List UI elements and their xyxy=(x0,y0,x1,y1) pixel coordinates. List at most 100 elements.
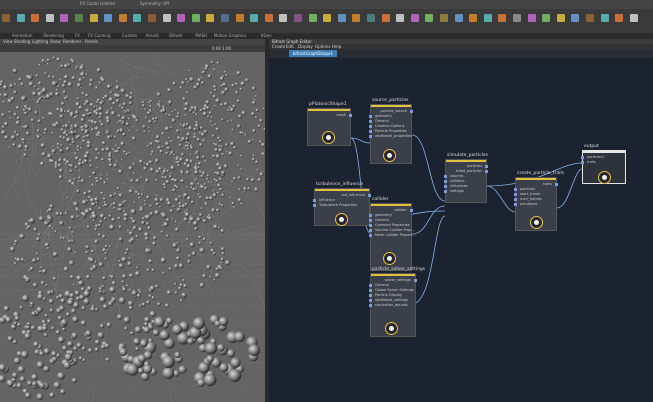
port-pin[interactable] xyxy=(369,224,372,227)
port-pin[interactable] xyxy=(514,198,517,201)
particle xyxy=(14,239,18,244)
port-pin[interactable] xyxy=(444,185,447,188)
particle xyxy=(56,146,60,149)
port-pin[interactable] xyxy=(313,204,316,207)
port-pin[interactable] xyxy=(485,170,488,173)
particle xyxy=(45,283,49,287)
shelf-tool-icon[interactable] xyxy=(469,14,478,22)
shelf-tool-icon[interactable] xyxy=(235,14,244,22)
port-pin[interactable] xyxy=(369,135,372,138)
port-pin[interactable] xyxy=(369,120,372,123)
port-pin[interactable] xyxy=(555,183,558,186)
port-pin[interactable] xyxy=(369,304,372,307)
port-pin[interactable] xyxy=(313,199,316,202)
particle xyxy=(90,127,95,132)
shelf-tool-icon[interactable] xyxy=(556,14,565,22)
port-pin[interactable] xyxy=(581,161,584,164)
node-collider[interactable]: collider collider geometry General Common Pr… xyxy=(369,197,416,271)
port-pin[interactable] xyxy=(369,229,372,232)
port-pin[interactable] xyxy=(349,114,352,117)
node-simulate-particles[interactable]: simulate_particles particles killed_partic… xyxy=(444,153,488,203)
shelf-tool-icon[interactable] xyxy=(629,14,638,22)
port-pin[interactable] xyxy=(369,214,372,217)
shelf-tool-icon[interactable] xyxy=(498,14,507,22)
shelf-tool-icon[interactable] xyxy=(133,14,142,22)
port-pin[interactable] xyxy=(369,219,372,222)
shelf-tool-icon[interactable] xyxy=(308,14,317,22)
shelf-tool-icon[interactable] xyxy=(440,14,448,22)
shelf-tool-icon[interactable] xyxy=(600,14,609,22)
node-source-particles[interactable]: source_particles particle_source geometry G… xyxy=(369,98,413,164)
shelf-tool-icon[interactable] xyxy=(352,14,361,22)
port-pin[interactable] xyxy=(369,284,372,287)
node-pplatonicshape1[interactable]: pPlatonicShape1 mesh xyxy=(307,102,352,146)
shelf-tool-icon[interactable] xyxy=(16,14,25,22)
shelf-tool-icon[interactable] xyxy=(250,14,259,22)
shelf-tool-icon[interactable] xyxy=(294,14,302,22)
shelf-tool-icon[interactable] xyxy=(396,14,405,22)
port-pin[interactable] xyxy=(369,294,372,297)
shelf-tool-icon[interactable] xyxy=(425,14,434,22)
shelf-tool-icon[interactable] xyxy=(381,14,390,22)
shelf-tool-icon[interactable] xyxy=(367,14,375,22)
shelf-tool-icon[interactable] xyxy=(206,14,215,22)
port-pin[interactable] xyxy=(514,193,517,196)
shelf-tool-icon[interactable] xyxy=(60,14,69,22)
shelf-tool-icon[interactable] xyxy=(483,14,492,22)
shelf-tool-icon[interactable] xyxy=(279,14,288,22)
particle xyxy=(198,212,203,217)
port-pin[interactable] xyxy=(444,175,447,178)
node-create-particle-trails[interactable]: create_particle_trails trails particles sta… xyxy=(514,171,564,231)
graph-tab-bifrostgraphshape1[interactable]: bifrostGraphShape1 xyxy=(289,50,338,57)
shelf-tool-icon[interactable] xyxy=(586,14,594,22)
shelf-tool-icon[interactable] xyxy=(513,14,521,22)
port-pin[interactable] xyxy=(369,234,372,237)
shelf-tool-icon[interactable] xyxy=(410,14,419,22)
shelf-tool-icon[interactable] xyxy=(31,14,40,22)
particle xyxy=(13,130,17,134)
shelf-tool-icon[interactable] xyxy=(177,14,186,22)
port-pin[interactable] xyxy=(514,188,517,191)
shelf-tool-icon[interactable] xyxy=(75,14,83,22)
shelf-tool-icon[interactable] xyxy=(2,14,10,22)
port-pin[interactable] xyxy=(410,209,413,212)
shelf-tool-icon[interactable] xyxy=(45,14,54,22)
shelf-tool-icon[interactable] xyxy=(337,14,346,22)
shelf-tool-icon[interactable] xyxy=(104,14,113,22)
node-turbulence-influence[interactable]: turbulence_influence out_influence Influen… xyxy=(313,182,371,226)
node-title: simulate_particles xyxy=(447,153,488,158)
shelf-tool-icon[interactable] xyxy=(191,14,200,22)
shelf-tool-icon[interactable] xyxy=(264,14,273,22)
node-particle-solver-settings[interactable]: particle_solver_settings solver_settings G… xyxy=(369,267,425,337)
shelf-tool-icon[interactable] xyxy=(542,14,551,22)
port-pin[interactable] xyxy=(514,203,517,206)
port-pin[interactable] xyxy=(485,165,488,168)
port-pin[interactable] xyxy=(369,130,372,133)
port-pin[interactable] xyxy=(444,180,447,183)
particle xyxy=(106,135,112,140)
shelf-tool-icon[interactable] xyxy=(89,14,98,22)
port-pin[interactable] xyxy=(369,125,372,128)
port-pin[interactable] xyxy=(368,194,371,197)
particle xyxy=(52,145,55,148)
port-pin[interactable] xyxy=(444,190,447,193)
shelf-tool-icon[interactable] xyxy=(454,14,463,22)
shelf-tool-icon[interactable] xyxy=(615,14,624,22)
port-pin[interactable] xyxy=(410,110,413,113)
shelf-tool-icon[interactable] xyxy=(527,14,536,22)
shelf-tool-icon[interactable] xyxy=(148,14,156,22)
3d-viewport[interactable]: View Shading Lighting Show Renderer Pane… xyxy=(0,39,265,402)
particle xyxy=(177,136,181,140)
port-pin[interactable] xyxy=(369,115,372,118)
shelf-tool-icon[interactable] xyxy=(118,14,127,22)
port-pin[interactable] xyxy=(414,279,417,282)
shelf-tool-icon[interactable] xyxy=(221,14,229,22)
port-pin[interactable] xyxy=(369,299,372,302)
node-output[interactable]: output particles1 trails xyxy=(581,144,626,184)
shelf-tool-icon[interactable] xyxy=(571,14,580,22)
port-pin[interactable] xyxy=(581,156,584,159)
graph-canvas[interactable]: pPlatonicShape1 mesh source_particles parti… xyxy=(269,58,653,402)
shelf-tool-icon[interactable] xyxy=(323,14,332,22)
port-pin[interactable] xyxy=(369,289,372,292)
shelf-tool-icon[interactable] xyxy=(162,14,171,22)
